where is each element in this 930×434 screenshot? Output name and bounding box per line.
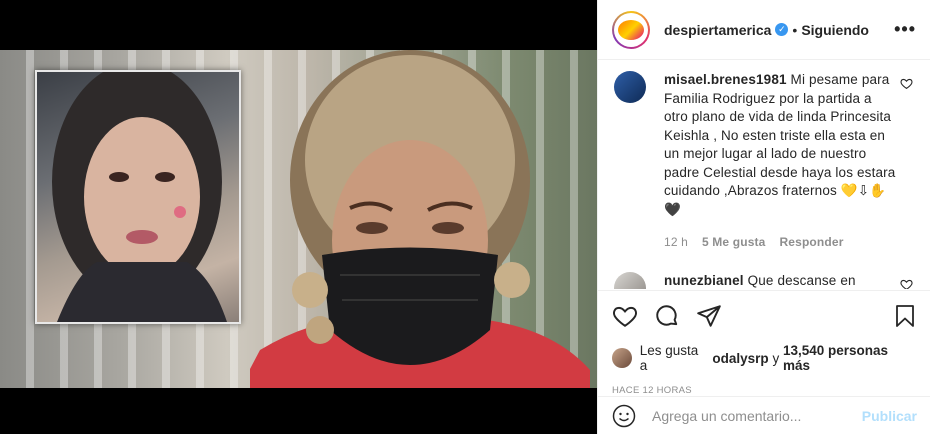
post-photo (0, 50, 597, 388)
share-paper-plane-icon[interactable] (696, 303, 722, 329)
comment-body: misael.brenes1981 Mi pesame para Familia… (664, 71, 896, 252)
comment-item: nunezbianel Que descanse en (614, 271, 915, 290)
likes-summary: Les gusta a odalysrp y 13,540 personas m… (612, 343, 917, 373)
post-timestamp[interactable]: HACE 12 HORAS (612, 385, 917, 396)
comment-username[interactable]: misael.brenes1981 (664, 72, 787, 87)
liker-avatar[interactable] (612, 348, 632, 368)
comments-list[interactable]: misael.brenes1981 Mi pesame para Familia… (598, 61, 930, 289)
woman-with-mask-figure (250, 50, 590, 388)
post-actions: Les gusta a odalysrp y 13,540 personas m… (598, 290, 930, 396)
comment-meta: 12 h 5 Me gusta Responder (664, 233, 896, 252)
comment-body: nunezbianel Que descanse en (664, 272, 896, 290)
following-button[interactable]: Siguiendo (801, 22, 869, 38)
commenter-avatar[interactable] (614, 271, 646, 289)
inset-portrait-figure (52, 72, 227, 322)
account-avatar[interactable] (612, 10, 650, 49)
post-media[interactable] (0, 0, 597, 434)
like-comment-heart-icon[interactable] (900, 77, 913, 90)
comment-input[interactable]: Agrega un comentario... (652, 408, 801, 424)
comment-likes-link[interactable]: 5 Me gusta (702, 233, 766, 252)
comment-time: 12 h (664, 235, 688, 249)
likes-connector: y (772, 350, 780, 366)
verified-badge-icon: ✓ (775, 23, 789, 36)
save-bookmark-icon[interactable] (893, 303, 917, 329)
post-sidebar: despiertamerica ✓ • Siguiendo ••• misael… (597, 0, 930, 434)
comment-composer: Agrega un comentario... Publicar (598, 396, 930, 434)
action-icons-row (612, 301, 917, 331)
like-heart-icon[interactable] (612, 303, 638, 329)
comment-bubble-icon[interactable] (654, 303, 680, 329)
more-horizontal-icon[interactable]: ••• (894, 19, 916, 40)
reply-button[interactable]: Responder (779, 233, 843, 252)
comment-username[interactable]: nunezbianel (664, 273, 744, 288)
emoji-smiley-icon[interactable] (612, 404, 636, 428)
comment-item: misael.brenes1981 Mi pesame para Familia… (614, 71, 915, 252)
likes-others-link[interactable]: 13,540 personas más (783, 343, 917, 373)
comment-text: Que descanse en (747, 272, 856, 288)
like-comment-heart-icon[interactable] (900, 278, 913, 290)
likes-prefix: Les gusta a (639, 343, 699, 373)
liker-username[interactable]: odalysrp (712, 351, 768, 366)
avatar-inner (614, 12, 648, 47)
inset-portrait-photo (35, 70, 241, 324)
commenter-avatar[interactable] (614, 71, 646, 103)
publish-button[interactable]: Publicar (862, 408, 917, 424)
account-username[interactable]: despiertamerica (664, 22, 771, 38)
separator-dot: • (792, 21, 798, 38)
comment-text: Mi pesame para Familia Rodriguez por la … (664, 72, 896, 217)
post-header: despiertamerica ✓ • Siguiendo ••• (598, 0, 930, 60)
despierta-america-logo (618, 19, 644, 40)
